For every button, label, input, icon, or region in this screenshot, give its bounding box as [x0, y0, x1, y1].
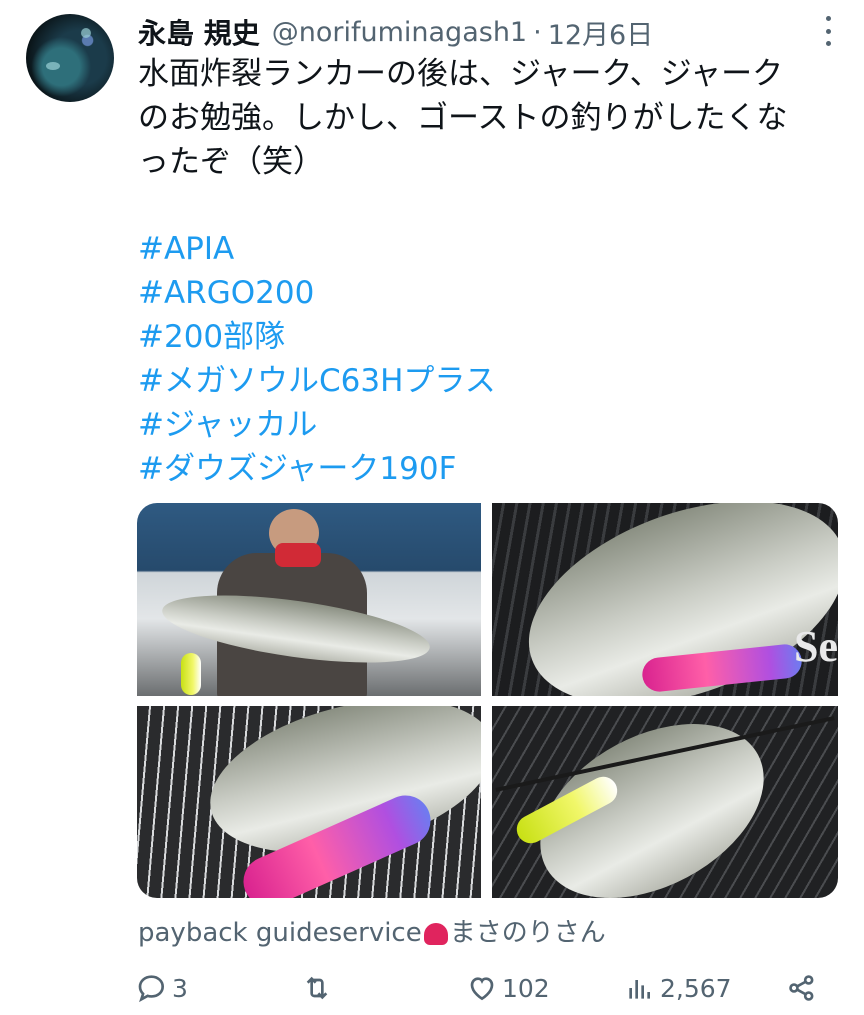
- photo-seabass-with-pink-lure[interactable]: Sea: [492, 503, 838, 696]
- retweet-button[interactable]: [301, 972, 337, 1004]
- hashtag-link[interactable]: #200部隊: [138, 315, 496, 359]
- views-button[interactable]: 2,567: [624, 972, 732, 1004]
- heart-icon: [470, 977, 494, 1001]
- tweet-line: ったぞ（笑）: [138, 144, 324, 180]
- avatar[interactable]: [26, 14, 114, 102]
- photo-seabass-closeup-pink-lure[interactable]: [137, 706, 481, 898]
- tweet-header: 永島 規史 @norifuminagash1 · 12月6日: [138, 12, 844, 52]
- hashtag-link[interactable]: #ジャッカル: [138, 403, 496, 447]
- display-name[interactable]: 永島 規史: [138, 12, 260, 52]
- avatar-detail: [81, 28, 91, 38]
- tweet-line: 水面炸裂ランカーの後は、ジャーク、ジャーク: [138, 56, 784, 92]
- hashtag-link[interactable]: #メガソウルC63Hプラス: [138, 359, 496, 403]
- user-handle[interactable]: @norifuminagash1: [272, 17, 527, 48]
- octopus-icon: [423, 922, 448, 945]
- tweet-line: のお勉強。しかし、ゴーストの釣りがしたくな: [138, 100, 788, 136]
- tweet-body: 水面炸裂ランカーの後は、ジャーク、ジャーク のお勉強。しかし、ゴーストの釣りがし…: [138, 52, 838, 184]
- dot: [825, 28, 831, 34]
- more-options-icon[interactable]: [822, 16, 834, 46]
- hashtag-list: #APIA #ARGO200 #200部隊 #メガソウルC63Hプラス #ジャッ…: [138, 227, 496, 491]
- angler-scarf: [275, 543, 321, 567]
- views-chart-icon: [629, 980, 650, 999]
- reply-count: 3: [172, 973, 188, 1003]
- lure-yellow: [181, 653, 201, 695]
- share-button[interactable]: [786, 972, 818, 1004]
- tweet-date[interactable]: 12月6日: [548, 13, 654, 52]
- share-icon: [789, 975, 814, 1001]
- tagged-user-2[interactable]: まさのりさん: [450, 918, 606, 948]
- hashtag-link[interactable]: #ダウズジャーク190F: [138, 447, 496, 491]
- action-bar: 3 102 2,567: [136, 972, 836, 1015]
- views-count: 2,567: [660, 973, 732, 1003]
- like-button[interactable]: 102: [466, 972, 550, 1004]
- photo-angler-holding-seabass[interactable]: [137, 503, 481, 696]
- logo-mark: Sea: [794, 622, 838, 671]
- dot: [825, 41, 831, 46]
- tagged-users[interactable]: payback guideservice まさのりさん: [138, 912, 606, 949]
- reply-button[interactable]: 3: [136, 972, 188, 1004]
- hashtag-link[interactable]: #APIA: [138, 227, 496, 271]
- retweet-icon: [306, 976, 328, 1000]
- tagged-user-1[interactable]: payback guideservice: [138, 918, 422, 948]
- separator-dot: ·: [533, 16, 542, 48]
- hashtag-link[interactable]: #ARGO200: [138, 271, 496, 315]
- like-count: 102: [502, 973, 550, 1003]
- avatar-detail: [46, 62, 60, 70]
- dot: [825, 16, 831, 21]
- media-grid: Sea: [137, 503, 838, 898]
- reply-icon: [138, 975, 165, 1003]
- photo-seabass-with-yellow-lure[interactable]: [492, 706, 838, 898]
